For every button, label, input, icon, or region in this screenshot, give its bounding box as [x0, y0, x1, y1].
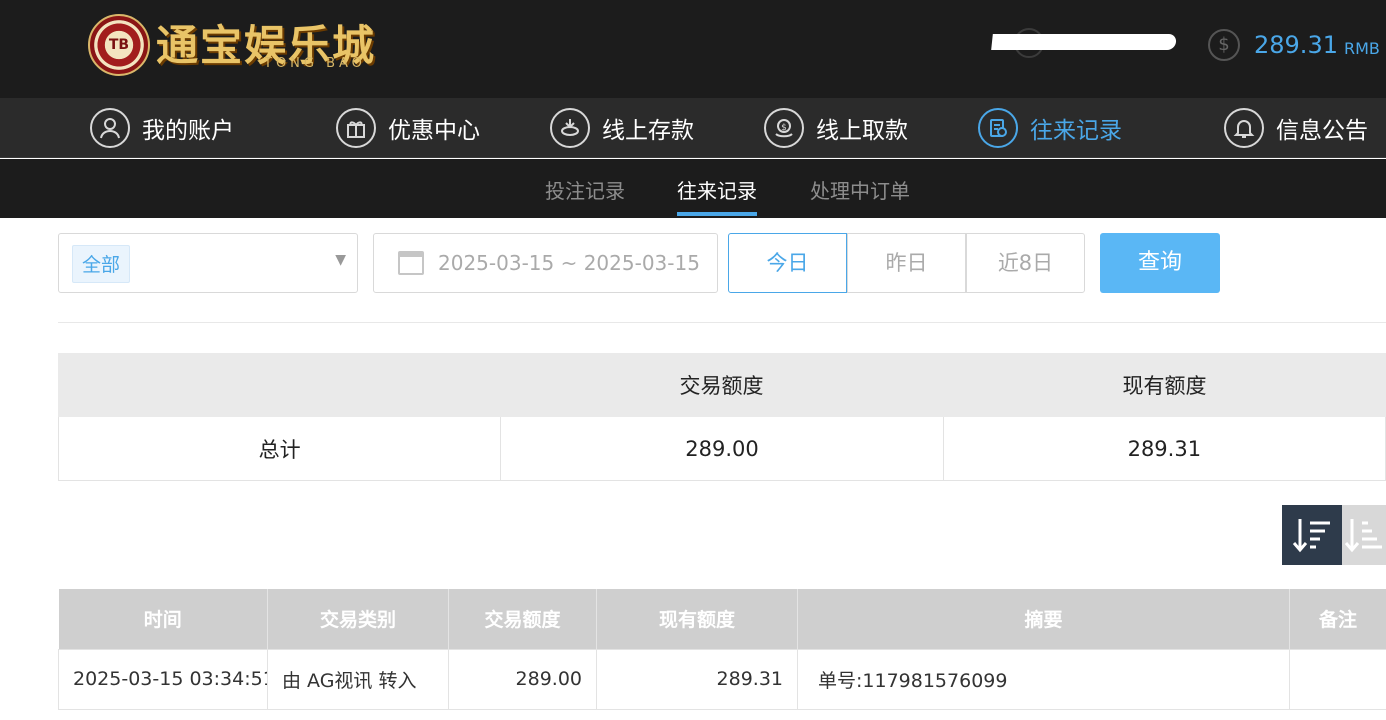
user-icon	[90, 108, 130, 148]
balance-display: $ 289.31 RMB	[1208, 28, 1380, 62]
deposit-icon	[550, 108, 590, 148]
summary-header: 交易额度 现有额度	[58, 353, 1386, 417]
column-header-remark[interactable]: 备注	[1289, 589, 1386, 649]
logo-name-en: TONG BAO	[264, 56, 366, 71]
nav-item-my-account[interactable]: 我的账户	[90, 108, 234, 148]
sort-desc-button[interactable]	[1282, 505, 1342, 565]
query-button[interactable]: 查询	[1100, 233, 1220, 293]
cell-balance: 289.31	[596, 648, 798, 710]
sort-asc-icon	[1344, 519, 1382, 553]
redacted-username	[991, 28, 1177, 58]
date-range-picker[interactable]: 2025-03-15 ~ 2025-03-15	[373, 233, 718, 293]
nav-item-announcements[interactable]: 信息公告	[1224, 108, 1368, 148]
nav-item-label: 线上存款	[602, 118, 694, 144]
nav-item-deposit[interactable]: 线上存款	[550, 108, 694, 148]
nav-item-withdraw[interactable]: $ 线上取款	[764, 108, 908, 148]
sort-desc-icon	[1292, 519, 1330, 553]
summary-total-label: 总计	[258, 437, 301, 462]
date-range-value: 2025-03-15 ~ 2025-03-15	[438, 251, 700, 275]
cell-amount: 289.00	[448, 648, 597, 710]
logo-badge: TB	[108, 37, 130, 53]
column-header-time[interactable]: 时间	[58, 589, 268, 649]
cell-remark	[1289, 648, 1386, 710]
balance-currency: RMB	[1343, 38, 1380, 58]
column-header-balance[interactable]: 现有额度	[596, 589, 798, 649]
logo-chip-icon: TB	[88, 14, 150, 76]
column-header-amount[interactable]: 交易额度	[448, 589, 597, 649]
column-header-type[interactable]: 交易类别	[267, 589, 449, 649]
redaction-mask	[991, 34, 1177, 50]
sort-asc-button[interactable]	[1342, 505, 1386, 565]
summary-header-cell: 交易额度	[679, 374, 764, 398]
top-header: TB 通宝娱乐城 TONG BAO $ 289.31 RMB	[0, 0, 1386, 98]
range-today-button[interactable]: 今日	[728, 233, 847, 293]
chevron-down-icon: ▼	[335, 252, 346, 268]
summary-table: 交易额度 现有额度 总计 289.00 289.31	[58, 353, 1386, 481]
tab-bet-records[interactable]: 投注记录	[545, 175, 625, 204]
transactions-table: 时间 交易类别 交易额度 现有额度 摘要 备注 2025-03-15 03:34…	[58, 589, 1386, 710]
summary-header-cell: 现有额度	[1122, 374, 1207, 398]
type-select[interactable]: 全部 ▼	[58, 233, 358, 293]
gift-icon	[336, 108, 376, 148]
tab-transaction-records[interactable]: 往来记录	[677, 175, 757, 216]
type-select-value[interactable]: 全部	[72, 245, 131, 283]
table-header-row: 时间 交易类别 交易额度 现有额度 摘要 备注	[58, 589, 1386, 649]
records-icon	[978, 108, 1018, 148]
sub-nav: 投注记录 往来记录 处理中订单	[0, 159, 1386, 218]
nav-item-label: 线上取款	[816, 118, 908, 144]
nav-item-label: 往来记录	[1030, 118, 1122, 144]
tab-pending-orders[interactable]: 处理中订单	[810, 175, 910, 204]
table-row[interactable]: 2025-03-15 03:34:51 由 AG视讯 转入 289.00 289…	[58, 648, 1386, 710]
nav-item-label: 优惠中心	[388, 118, 480, 144]
column-header-summary[interactable]: 摘要	[797, 589, 1290, 649]
summary-row: 总计 289.00 289.31	[58, 417, 1386, 481]
bell-icon	[1224, 108, 1264, 148]
cell-time: 2025-03-15 03:34:51	[58, 648, 268, 710]
summary-total-balance: 289.31	[942, 417, 1385, 480]
calendar-icon	[398, 251, 424, 275]
nav-item-promotions[interactable]: 优惠中心	[336, 108, 480, 148]
balance-amount: 289.31	[1254, 31, 1338, 59]
cell-summary: 单号:117981576099	[797, 648, 1290, 710]
cell-type: 由 AG视讯 转入	[267, 648, 449, 710]
nav-item-label: 我的账户	[142, 118, 234, 144]
range-yesterday-button[interactable]: 昨日	[847, 233, 966, 293]
range-8days-button[interactable]: 近8日	[966, 233, 1085, 293]
divider	[58, 322, 1386, 323]
main-nav: 我的账户 优惠中心 线上存款 $ 线上取款 往来记录 信息公告	[0, 98, 1386, 158]
summary-header-cell	[58, 353, 500, 417]
site-logo[interactable]: TB 通宝娱乐城 TONG BAO	[88, 12, 378, 78]
summary-total-amount: 289.00	[500, 417, 942, 480]
nav-item-label: 信息公告	[1276, 118, 1368, 144]
svg-text:$: $	[781, 123, 787, 133]
withdraw-icon: $	[764, 108, 804, 148]
dollar-icon: $	[1208, 29, 1240, 61]
nav-item-records[interactable]: 往来记录	[978, 108, 1122, 148]
